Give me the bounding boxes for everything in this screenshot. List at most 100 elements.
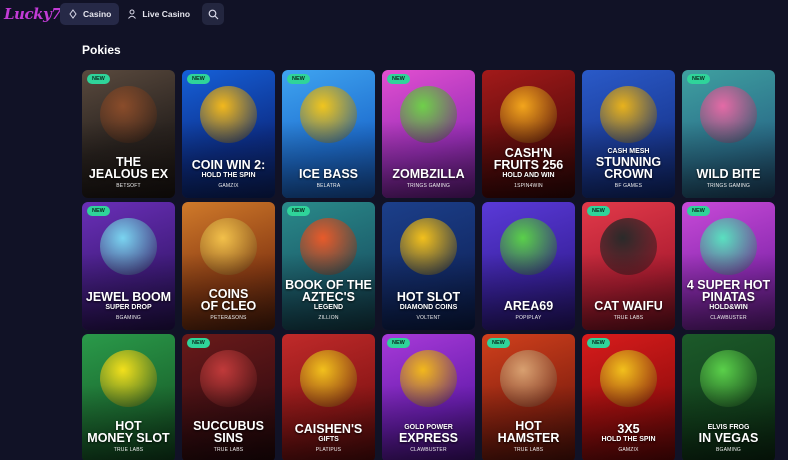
game-title: HOT MONEY SLOT: [87, 419, 170, 445]
game-title: ICE BASS: [298, 167, 359, 181]
nav-live-casino-label: Live Casino: [142, 9, 191, 19]
game-text: SUCCUBUS SINS TRUE LABS: [184, 420, 273, 454]
game-provider: POPIPLAY: [515, 315, 542, 321]
game-provider: TRUE LABS: [613, 315, 644, 321]
game-title: EXPRESS: [398, 431, 459, 445]
game-title: SUCCUBUS SINS: [193, 419, 264, 445]
game-provider: CLAWBUSTER: [410, 447, 447, 453]
nav-live-casino[interactable]: Live Casino: [119, 3, 198, 25]
game-title: COIN WIN 2:: [191, 158, 266, 172]
game-card[interactable]: NEW ICE BASS BELATRA: [282, 70, 375, 198]
game-title: CAISHEN'S: [294, 422, 363, 436]
game-provider: TRUE LABS: [513, 447, 544, 453]
new-badge: NEW: [587, 338, 610, 348]
game-subtitle: HOLD THE SPIN: [201, 172, 256, 179]
game-provider: BF GAMES: [614, 183, 643, 189]
search-button[interactable]: [202, 3, 225, 25]
game-card[interactable]: NEW GOLD POWER EXPRESS CLAWBUSTER: [382, 334, 475, 460]
new-badge: NEW: [87, 206, 110, 216]
game-title: HOT SLOT: [396, 290, 461, 304]
game-card[interactable]: NEW THE JEALOUS EX BETSOFT: [82, 70, 175, 198]
game-card[interactable]: NEW CAT WAIFU TRUE LABS: [582, 202, 675, 330]
game-title: HOT HAMSTER: [497, 419, 560, 445]
game-text: AREA69 POPIPLAY: [484, 300, 573, 322]
game-provider: BGAMING: [115, 315, 141, 321]
game-provider: 1SPIN4WIN: [514, 183, 543, 189]
new-badge: NEW: [87, 74, 110, 84]
game-text: ELVIS FROG IN VEGAS BGAMING: [684, 423, 773, 454]
site-logo[interactable]: Lucky7: [4, 5, 62, 23]
game-title: ZOMBZILLA: [392, 167, 465, 181]
game-text: BOOK OF THE AZTEC'S LEGEND ZILLION: [284, 279, 373, 322]
game-card[interactable]: CAISHEN'S GIFTS PLATIPUS: [282, 334, 375, 460]
games-grid: NEW THE JEALOUS EX BETSOFT NEW COIN WIN 2: HO…: [82, 70, 788, 460]
game-text: HOT SLOT DIAMOND COINS VOLTENT: [384, 291, 473, 322]
game-text: WILD BITE TRINGS GAMING: [684, 168, 773, 190]
game-card[interactable]: NEW 3X5 HOLD THE SPIN GAMZIX: [582, 334, 675, 460]
game-card[interactable]: NEW COIN WIN 2: HOLD THE SPIN GAMZIX: [182, 70, 275, 198]
game-title: COINS OF CLEO: [200, 287, 257, 313]
game-text: CAT WAIFU TRUE LABS: [584, 300, 673, 322]
nav-casino[interactable]: Casino: [60, 3, 120, 25]
game-subtitle: HOLD&WIN: [709, 304, 748, 311]
game-title: CAT WAIFU: [594, 299, 663, 313]
live-dealer-icon: [128, 9, 137, 19]
new-badge: NEW: [587, 206, 610, 216]
game-card[interactable]: NEW ZOMBZILLA TRINGS GAMING: [382, 70, 475, 198]
game-card[interactable]: NEW SUCCUBUS SINS TRUE LABS: [182, 334, 275, 460]
game-card[interactable]: NEW HOT HAMSTER TRUE LABS: [482, 334, 575, 460]
game-card[interactable]: NEW BOOK OF THE AZTEC'S LEGEND ZILLION: [282, 202, 375, 330]
game-subtitle: HOLD THE SPIN: [601, 436, 656, 443]
game-subtitle: LEGEND: [313, 304, 344, 311]
new-badge: NEW: [187, 338, 210, 348]
game-text: THE JEALOUS EX BETSOFT: [84, 156, 173, 190]
game-title: 4 SUPER HOT PINATAS: [686, 278, 771, 304]
game-text: JEWEL BOOM SUPER DROP BGAMING: [84, 291, 173, 322]
game-card[interactable]: ELVIS FROG IN VEGAS BGAMING: [682, 334, 775, 460]
game-provider: BELATRA: [316, 183, 341, 189]
game-card[interactable]: NEW WILD BITE TRINGS GAMING: [682, 70, 775, 198]
game-provider: BETSOFT: [116, 183, 141, 189]
game-text: COINS OF CLEO PETER&SONS: [184, 288, 273, 322]
game-provider: ZILLION: [318, 315, 339, 321]
game-provider: TRUE LABS: [213, 447, 244, 453]
game-title: CASH'N FRUITS 256: [493, 146, 564, 172]
game-text: COIN WIN 2: HOLD THE SPIN GAMZIX: [184, 159, 273, 190]
game-title: THE JEALOUS EX: [88, 155, 169, 181]
game-text: GOLD POWER EXPRESS CLAWBUSTER: [384, 423, 473, 454]
new-badge: NEW: [387, 338, 410, 348]
new-badge: NEW: [687, 74, 710, 84]
game-card[interactable]: CASH'N FRUITS 256 HOLD AND WIN 1SPIN4WIN: [482, 70, 575, 198]
game-text: HOT HAMSTER TRUE LABS: [484, 420, 573, 454]
game-card[interactable]: NEW JEWEL BOOM SUPER DROP BGAMING: [82, 202, 175, 330]
search-icon: [208, 9, 218, 19]
game-text: CASH MESH STUNNING CROWN BF GAMES: [584, 147, 673, 190]
game-provider: GAMZIX: [618, 447, 639, 453]
game-text: 4 SUPER HOT PINATAS HOLD&WIN CLAWBUSTER: [684, 279, 773, 322]
game-provider: PETER&SONS: [210, 315, 247, 321]
new-badge: NEW: [687, 206, 710, 216]
game-card[interactable]: HOT SLOT DIAMOND COINS VOLTENT: [382, 202, 475, 330]
new-badge: NEW: [287, 74, 310, 84]
game-card[interactable]: NEW 4 SUPER HOT PINATAS HOLD&WIN CLAWBUSTER: [682, 202, 775, 330]
new-badge: NEW: [487, 338, 510, 348]
game-card[interactable]: AREA69 POPIPLAY: [482, 202, 575, 330]
section-title: Pokies: [82, 43, 121, 57]
game-provider: GAMZIX: [218, 183, 239, 189]
game-subtitle: SUPER DROP: [105, 304, 152, 311]
game-provider: TRINGS GAMING: [706, 183, 751, 189]
game-text: CASH'N FRUITS 256 HOLD AND WIN 1SPIN4WIN: [484, 147, 573, 190]
game-provider: CLAWBUSTER: [710, 315, 747, 321]
game-card[interactable]: HOT MONEY SLOT TRUE LABS: [82, 334, 175, 460]
game-text: CAISHEN'S GIFTS PLATIPUS: [284, 423, 373, 454]
game-title: 3X5: [617, 422, 640, 436]
game-subtitle: GIFTS: [318, 436, 339, 443]
game-title: STUNNING CROWN: [595, 155, 662, 181]
game-subtitle: DIAMOND COINS: [399, 304, 458, 311]
game-text: 3X5 HOLD THE SPIN GAMZIX: [584, 423, 673, 454]
game-title: BOOK OF THE AZTEC'S: [285, 278, 372, 304]
game-card[interactable]: COINS OF CLEO PETER&SONS: [182, 202, 275, 330]
game-text: ZOMBZILLA TRINGS GAMING: [384, 168, 473, 190]
game-provider: PLATIPUS: [315, 447, 342, 453]
game-card[interactable]: CASH MESH STUNNING CROWN BF GAMES: [582, 70, 675, 198]
